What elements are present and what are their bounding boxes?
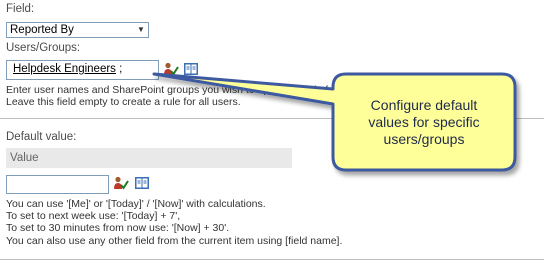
callout-line-3: users/groups <box>383 131 465 147</box>
callout-text: Configure default values for specific us… <box>336 97 512 148</box>
callout-line-1: Configure default <box>370 97 478 113</box>
callout-line-2: values for specific <box>368 114 480 130</box>
